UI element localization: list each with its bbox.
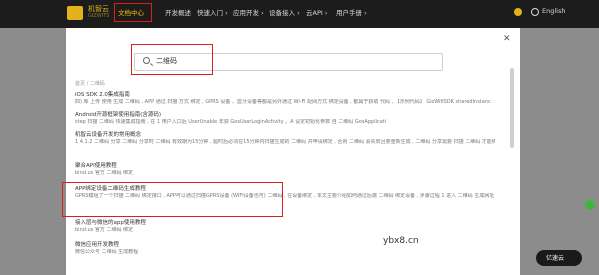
nav-device-access[interactable]: 设备接入 › (269, 7, 300, 17)
nav-highlight-box (114, 3, 152, 22)
scrollbar[interactable] (510, 68, 514, 148)
result-snippet: step 扫描 二维码 快速集成指南 , 在 1 用户入口后 UserUnabl… (75, 119, 387, 125)
result-title[interactable]: 聚合API使用教程 (75, 163, 495, 170)
result-title[interactable]: 微信应用开发教程 (75, 242, 495, 249)
result-item[interactable]: 聚合API使用教程 bind.us 官方 二维码 绑定 (75, 163, 495, 177)
result-title[interactable]: 机智云设备开发的常用概念 (75, 132, 495, 139)
result-snippet: bind.us 官方 二维码 绑定 (75, 227, 134, 233)
globe-icon[interactable] (531, 8, 539, 16)
result-item[interactable]: Android开源框架使用指南(含源码) step 扫描 二维码 快速集成指南 … (75, 112, 495, 126)
result-title[interactable]: 接入层与微信的app使用教程 (75, 220, 495, 227)
logo-sub: GIZWITS (88, 13, 110, 19)
nav-quickstart[interactable]: 快速入门 › (197, 7, 228, 17)
result-item[interactable]: 接入层与微信的app使用教程 bind.us 官方 二维码 绑定 (75, 220, 495, 234)
logo-text[interactable]: 机智云 (88, 5, 109, 13)
result-item[interactable]: 机智云设备开发的常用概念 1 4.1.2 二维码 分享 二维码 分享时 二维码 … (75, 132, 495, 146)
result-snippet: bind.us 官方 二维码 绑定 (75, 170, 134, 176)
nav-user-manual[interactable]: 用户手册 › (336, 7, 367, 17)
result-item[interactable]: 微信应用开发教程 微信公众号 二维码 生成教程 (75, 242, 495, 256)
result-highlight-box (62, 182, 283, 217)
nav-overview[interactable]: 开发概述 (165, 7, 191, 17)
nav-cloud-api[interactable]: 云API › (306, 7, 327, 17)
breadcrumb: 首页 / 二维码 (75, 81, 105, 87)
close-icon[interactable]: ✕ (503, 34, 511, 44)
search-highlight-box (131, 44, 213, 75)
result-title[interactable]: iOS SDK 2.0集成指南 (75, 92, 495, 99)
badge-text: 亿速云 (546, 255, 565, 262)
chat-icon[interactable] (585, 200, 595, 210)
result-snippet: 1 4.1.2 二维码 分享 二维码 分享时 二维码 有效期为15分钟 , 超时… (75, 139, 495, 145)
result-snippet: 四) 库 上传 使用 生成 二维码 , APP 通过 扫描 方式 绑定 , GP… (75, 99, 491, 105)
language-link[interactable]: English (542, 7, 565, 15)
top-navbar: 机智云 GIZWITS 文档中心 开发概述 快速入门 › 应用开发 › 设备接入… (0, 0, 599, 28)
sun-icon[interactable] (514, 8, 522, 16)
result-item[interactable]: iOS SDK 2.0集成指南 四) 库 上传 使用 生成 二维码 , APP … (75, 92, 495, 106)
result-title[interactable]: Android开源框架使用指南(含源码) (75, 112, 495, 119)
logo-icon[interactable] (67, 6, 83, 20)
result-snippet: 微信公众号 二维码 生成教程 (75, 249, 139, 255)
nav-app-dev[interactable]: 应用开发 › (233, 7, 264, 17)
watermark-text: ybx8.cn (383, 236, 419, 246)
